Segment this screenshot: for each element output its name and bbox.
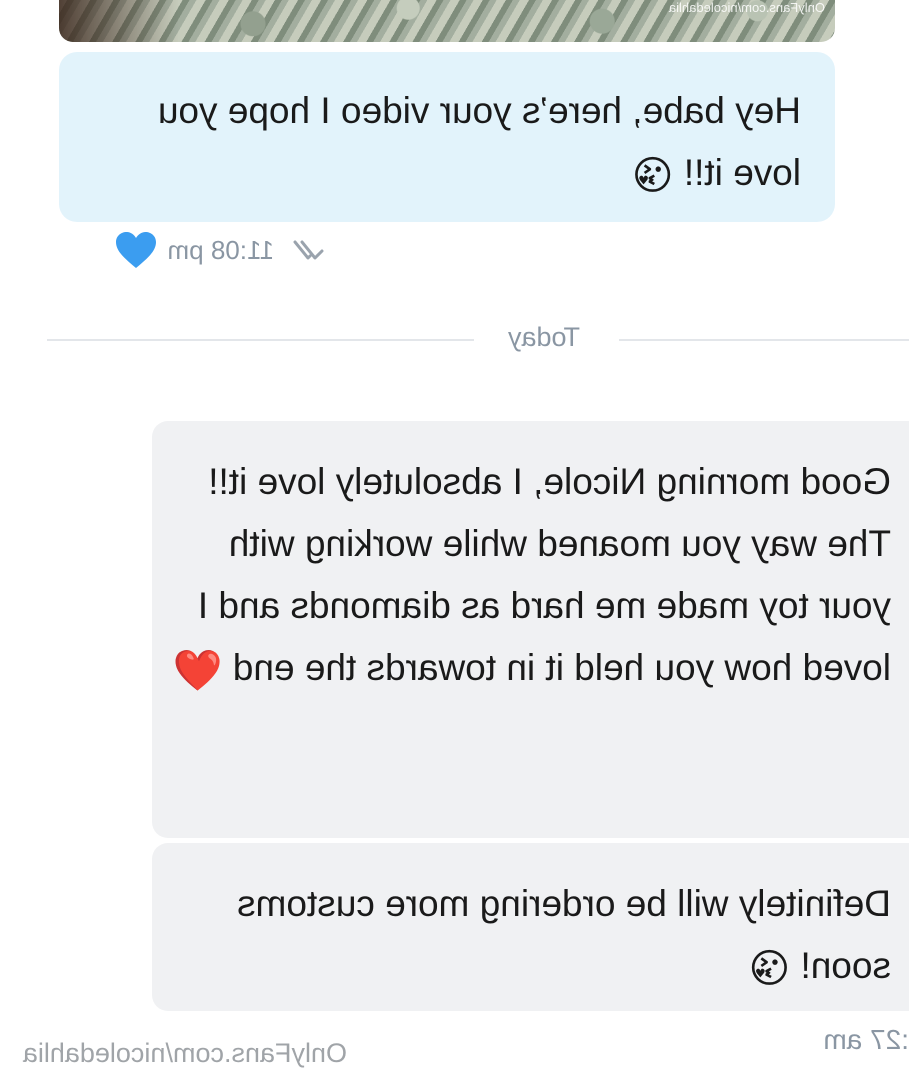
onlyfans-watermark: OnlyFans.com/nicoledahlia bbox=[22, 1038, 347, 1068]
received-message-bubble[interactable]: Definitely will be ordering more customs… bbox=[152, 843, 909, 1011]
red-heart-emoji: ❤️ bbox=[172, 649, 223, 693]
divider-line bbox=[47, 339, 474, 341]
sent-message-text: Hey babe, here’s your video I hope you l… bbox=[157, 90, 801, 193]
kiss-emoji: 😘 bbox=[748, 947, 791, 991]
sent-message-meta: 11:08 pm bbox=[114, 228, 324, 272]
double-check-icon bbox=[293, 240, 324, 260]
received-message-time: :27 am bbox=[823, 1024, 909, 1055]
heart-reaction-icon[interactable] bbox=[114, 230, 158, 270]
received-message-bubble[interactable]: Good morning Nicole, I absolutely love i… bbox=[152, 421, 909, 838]
sent-message-time: 11:08 pm bbox=[167, 234, 274, 265]
received-message-text: Definitely will be ordering more customs… bbox=[237, 883, 891, 986]
received-message-text: Good morning Nicole, I absolutely love i… bbox=[197, 461, 891, 688]
thumbnail-watermark: OnlyFans.com/nicoledahlia bbox=[668, 0, 825, 15]
thumbnail-shade bbox=[59, 0, 179, 42]
divider-line bbox=[619, 339, 909, 341]
sent-message-bubble[interactable]: Hey babe, here’s your video I hope you l… bbox=[59, 52, 835, 222]
chat-view: OnlyFans.com/nicoledahlia Hey babe, here… bbox=[0, 0, 909, 1080]
date-divider-label: Today bbox=[507, 322, 581, 352]
video-thumbnail[interactable]: OnlyFans.com/nicoledahlia bbox=[59, 0, 835, 42]
kiss-emoji: 😘 bbox=[631, 154, 674, 198]
date-divider: Today bbox=[47, 318, 909, 362]
